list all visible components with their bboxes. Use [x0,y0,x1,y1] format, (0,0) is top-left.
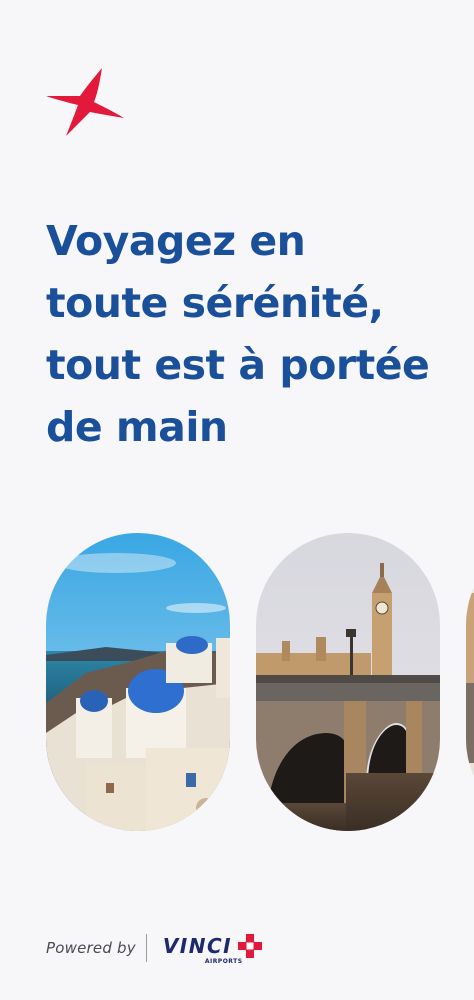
red-star-logo-icon [46,68,124,136]
headline-line-1: Voyagez en [46,217,306,265]
footer-powered-by: Powered by VINCI AIRPORTS [46,928,264,968]
powered-by-label: Powered by [46,939,136,957]
headline-line-2: toute sérénité, [46,279,384,327]
partial-destination-image [466,533,474,831]
vinci-cross-icon [238,933,263,958]
divider [145,934,147,962]
santorini-image [46,533,230,831]
headline-line-4: de main [46,403,228,451]
headline-line-3: tout est à portée [46,341,430,389]
vinci-airports-logo: VINCI AIRPORTS [163,932,264,965]
vinci-airports-sub: AIRPORTS [204,957,243,965]
london-westminster-image [256,533,440,831]
vinci-wordmark: VINCI [162,933,233,958]
destination-gallery[interactable] [0,533,474,831]
headline: Voyagez en toute sérénité, tout est à po… [46,210,446,458]
